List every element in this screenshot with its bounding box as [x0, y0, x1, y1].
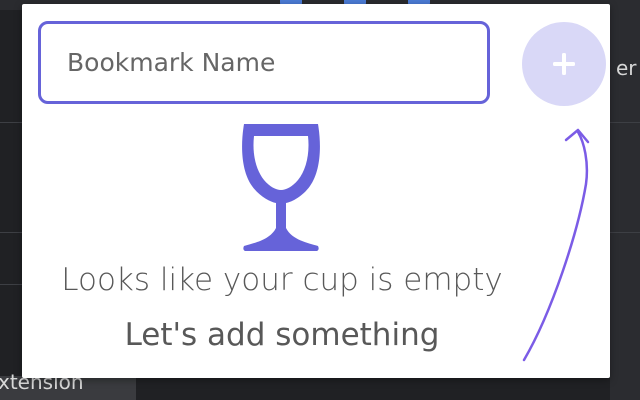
plus-icon: [553, 53, 575, 75]
bookmark-name-input[interactable]: [38, 21, 490, 104]
background-divider: [0, 284, 22, 285]
background-divider: [610, 232, 640, 233]
wine-glass-icon: [242, 124, 320, 251]
add-bookmark-button[interactable]: [522, 22, 606, 106]
screen: er xtension Looks like your cup is empty…: [0, 0, 640, 400]
background-divider: [0, 232, 22, 233]
empty-state-title: Looks like your cup is empty: [61, 262, 503, 298]
background-partial-text: er: [616, 56, 637, 80]
bookmark-popup: Looks like your cup is empty Let's add s…: [22, 4, 610, 378]
background-divider: [0, 122, 22, 123]
empty-state-subtitle: Let's add something: [124, 317, 440, 353]
background-divider: [610, 122, 640, 123]
curved-arrow-up-icon: [522, 128, 590, 362]
